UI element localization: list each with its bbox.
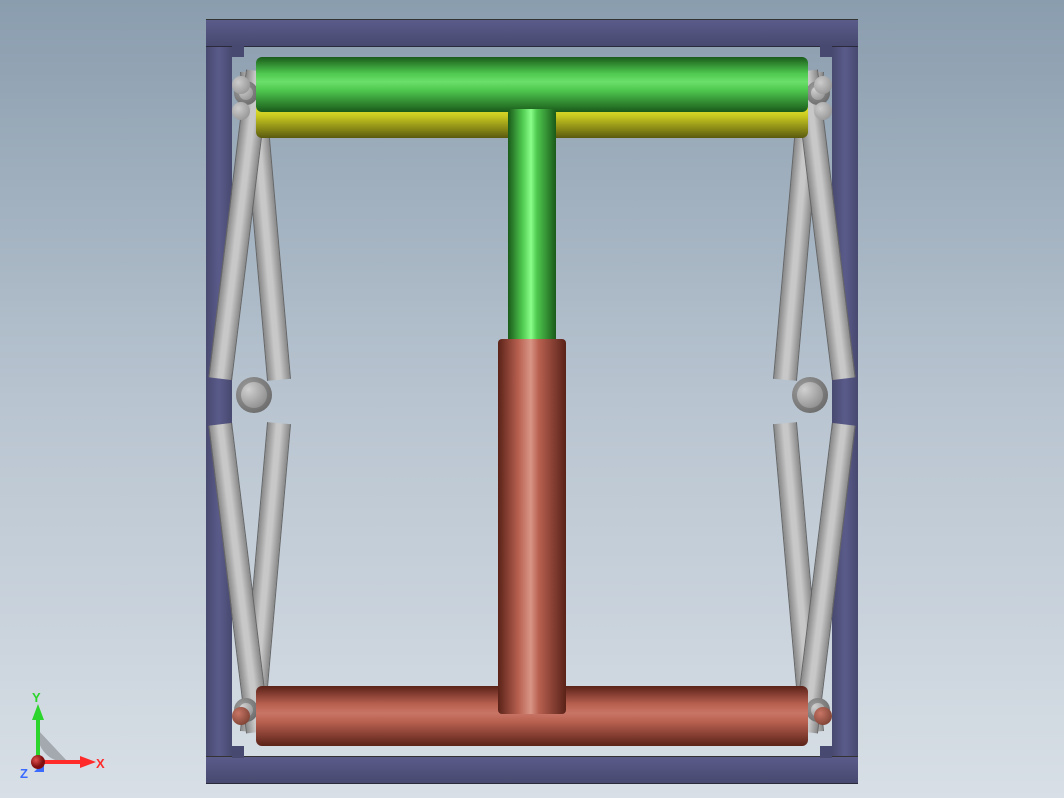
assembly-model[interactable] <box>206 19 858 784</box>
piston-rod <box>508 109 556 359</box>
orientation-triad[interactable]: X Y Z <box>18 690 108 780</box>
frame-side-top <box>206 19 858 47</box>
roller-top-rear <box>256 57 808 112</box>
frame-lip <box>232 746 244 758</box>
triad-origin-icon <box>31 755 45 769</box>
frame-lip <box>820 746 832 758</box>
axis-x-label: X <box>96 756 105 771</box>
axis-y-label: Y <box>32 690 41 705</box>
cad-viewport[interactable]: X Y Z <box>0 0 1064 798</box>
pivot-pin <box>792 377 828 413</box>
frame-side-bottom <box>206 756 858 784</box>
axis-y-icon <box>32 704 44 762</box>
axis-z-label: Z <box>20 766 28 781</box>
frame-side-right <box>832 19 858 784</box>
frame-side-left <box>206 19 232 784</box>
axis-x-icon <box>38 756 96 768</box>
frame-lip <box>820 45 832 57</box>
pivot-pin <box>236 377 272 413</box>
frame-lip <box>232 45 244 57</box>
piston-cylinder <box>498 339 566 714</box>
